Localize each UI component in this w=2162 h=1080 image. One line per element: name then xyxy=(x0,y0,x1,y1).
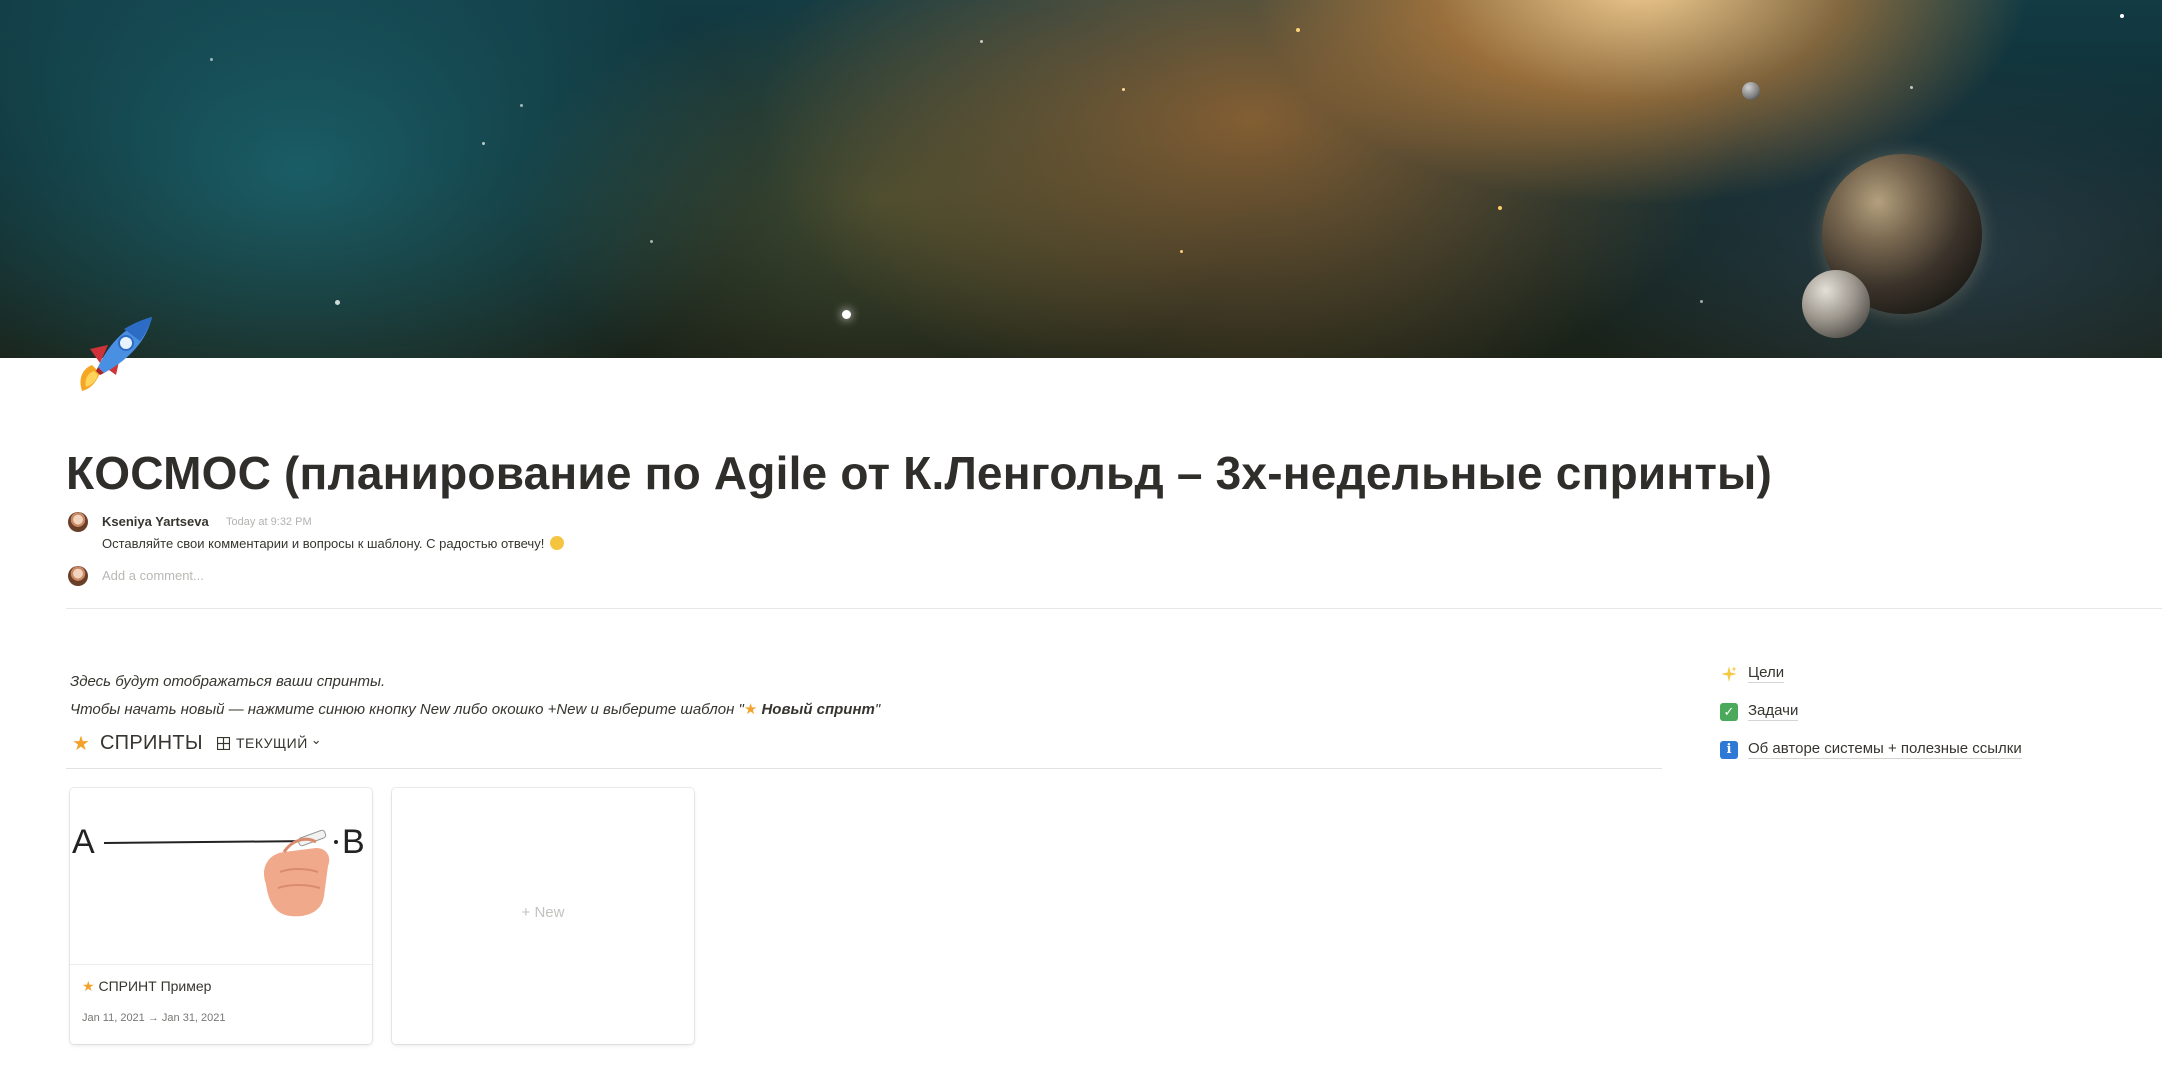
info-icon: i xyxy=(1720,740,1738,759)
intro-text: Здесь будут отображаться ваши спринты. Ч… xyxy=(70,668,880,724)
page-title[interactable]: КОСМОС (планирование по Agile от К.Ленго… xyxy=(66,446,1772,500)
card-cover-image: A B xyxy=(70,788,372,965)
page-cover[interactable] xyxy=(0,0,2162,358)
chevron-down-icon: ⌄ xyxy=(310,732,323,747)
avatar[interactable] xyxy=(68,512,88,532)
point-b-label: B xyxy=(342,823,365,861)
intro-line-2-prefix: Чтобы начать новый — нажмите синюю кнопк… xyxy=(70,701,744,718)
comment-timestamp: Today at 9:32 PM xyxy=(226,516,312,528)
gallery-view-icon xyxy=(216,736,230,750)
link-label: Задачи xyxy=(1748,702,1799,721)
new-card-button[interactable]: + New xyxy=(392,788,694,1044)
star-icon: ★ xyxy=(82,978,95,994)
link-label: Об авторе системы + полезные ссылки xyxy=(1748,740,2022,759)
link-label: Цели xyxy=(1748,664,1785,683)
comment-text: Оставляйте свои комментарии и вопросы к … xyxy=(102,536,565,551)
intro-line-1: Здесь будут отображаться ваши спринты. xyxy=(70,673,386,690)
intro-line-2-suffix: " xyxy=(874,701,881,718)
tiny-moon-image xyxy=(1742,82,1760,100)
point-a-label: A xyxy=(72,823,95,861)
star-icon: ★ xyxy=(743,701,758,718)
link-about-author[interactable]: i Об авторе системы + полезные ссылки xyxy=(1720,740,2022,759)
view-label: ТЕКУЩИЙ xyxy=(235,735,308,751)
card-title-text: СПРИНТ Пример xyxy=(98,978,212,994)
check-box-icon: ✓ xyxy=(1720,702,1738,721)
gallery-card[interactable]: A B ★ СПРИНТ Пример Jan 11, 2021 → Jan 3… xyxy=(70,788,372,1044)
database-header: ★ СПРИНТЫ ТЕКУЩИЙ ⌄ xyxy=(72,728,322,758)
new-card-label[interactable]: + New xyxy=(392,904,694,921)
sparkles-icon xyxy=(1720,665,1738,683)
link-tasks[interactable]: ✓ Задачи xyxy=(1720,702,1799,721)
database-title[interactable]: СПРИНТЫ xyxy=(100,732,203,755)
intro-template-name: Новый спринт xyxy=(757,701,875,718)
add-comment-input[interactable]: Add a comment... xyxy=(102,568,204,583)
avatar xyxy=(68,566,88,586)
card-date-range: Jan 11, 2021 → Jan 31, 2021 xyxy=(82,1012,226,1024)
hand-with-marker-icon xyxy=(264,829,330,917)
view-selector[interactable]: ТЕКУЩИЙ ⌄ xyxy=(216,732,323,751)
star-icon: ★ xyxy=(72,732,90,755)
rocket-icon[interactable] xyxy=(64,305,160,401)
comment-author: Kseniya Yartseva xyxy=(102,514,209,529)
card-title[interactable]: ★ СПРИНТ Пример xyxy=(82,978,211,995)
intro-line-2: Чтобы начать новый — нажмите синюю кнопк… xyxy=(70,696,880,724)
database-divider xyxy=(66,768,1662,769)
moon-image xyxy=(1802,270,1870,338)
comment-text-content: Оставляйте свои комментарии и вопросы к … xyxy=(102,536,545,551)
link-goals[interactable]: Цели xyxy=(1720,664,1785,683)
smiling-face-icon xyxy=(550,536,565,550)
divider xyxy=(66,608,2162,609)
